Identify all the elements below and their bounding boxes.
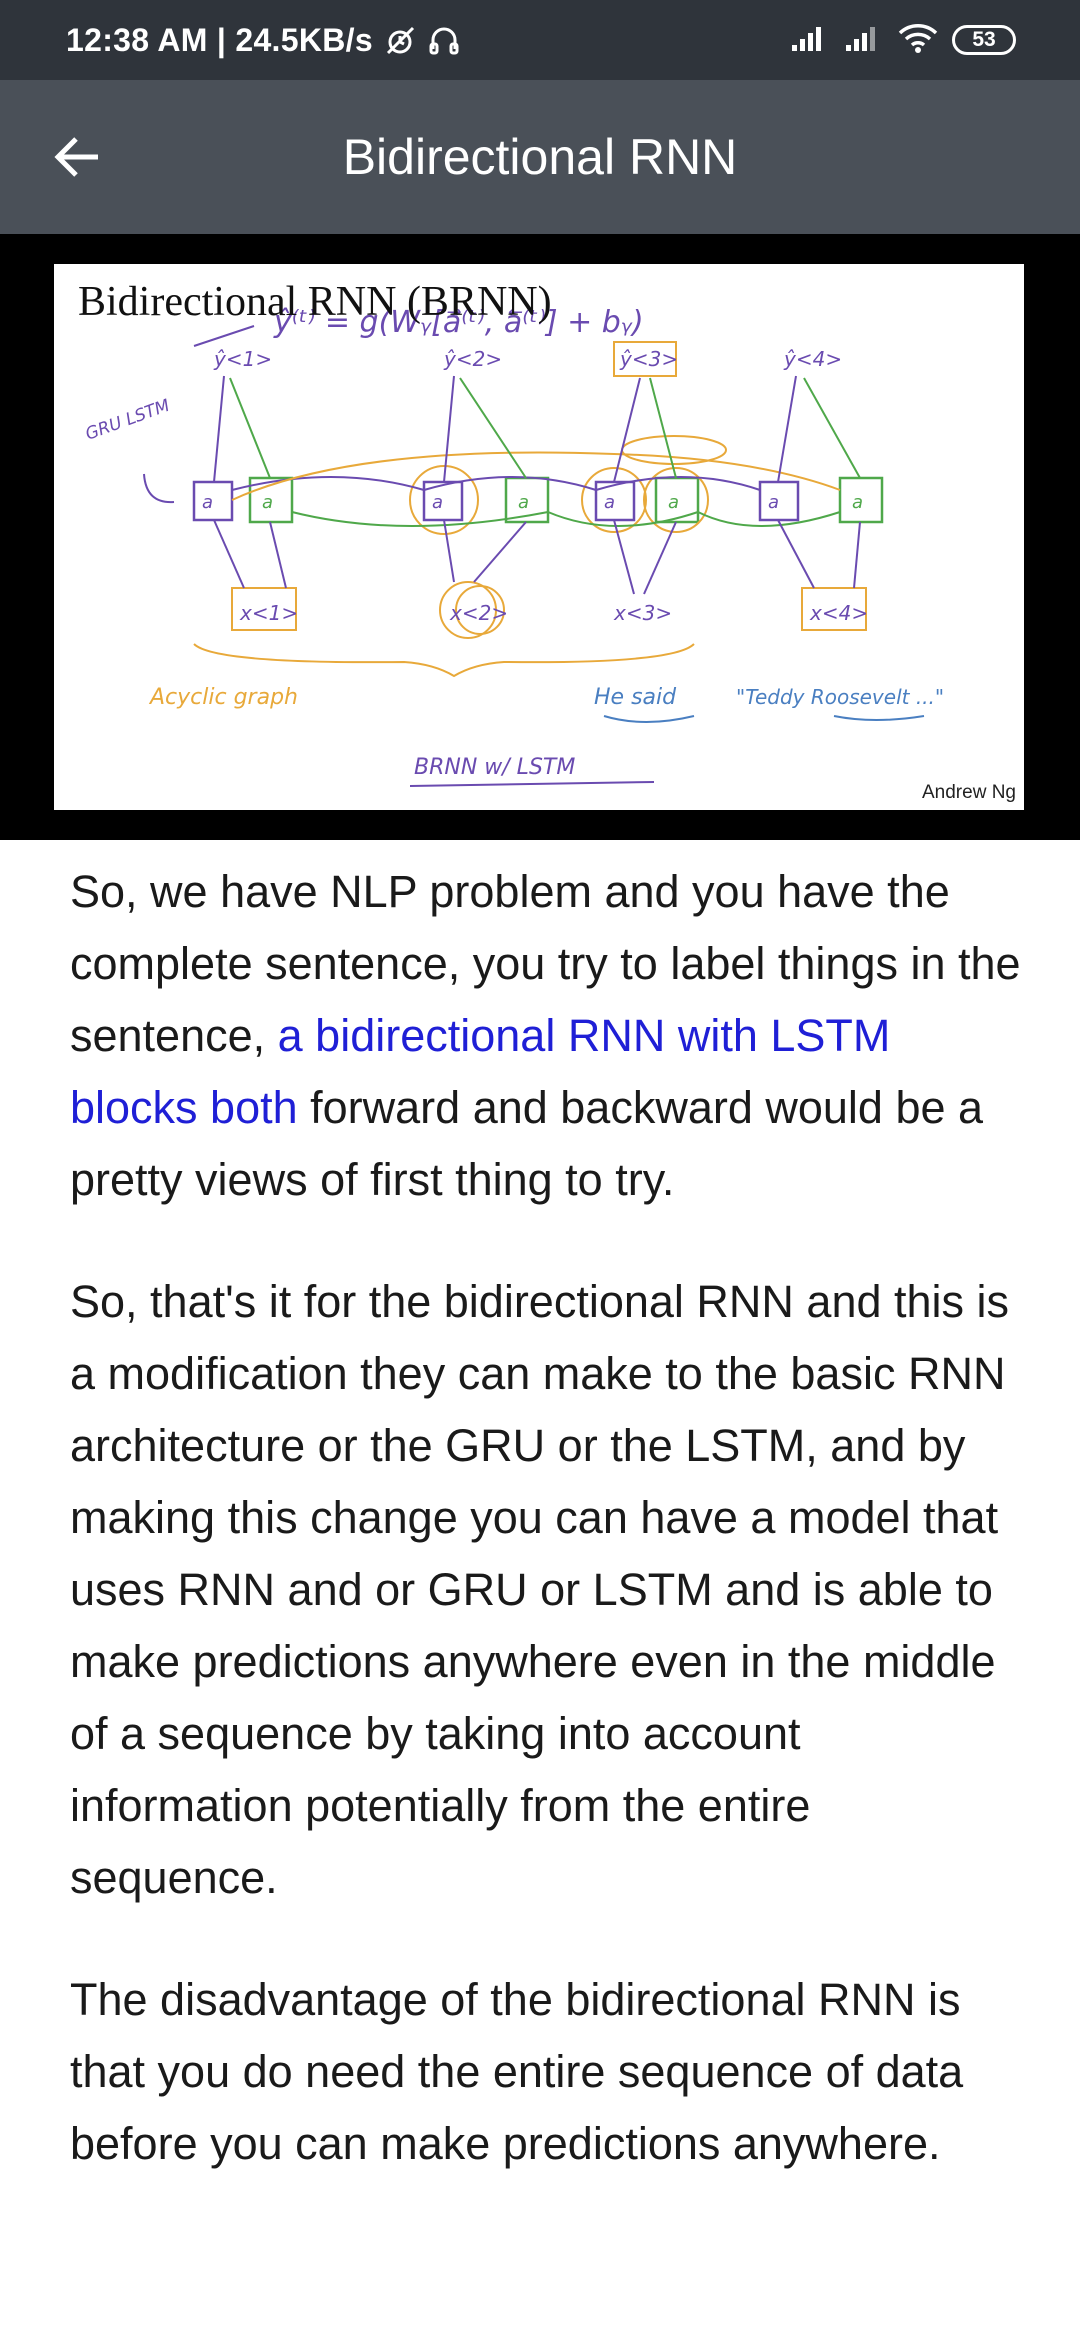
signal-icon [790,23,830,58]
svg-text:a: a [202,492,213,513]
paragraph-2: So, that's it for the bidirectional RNN … [70,1276,1010,1903]
svg-text:a: a [768,492,779,513]
battery-level: 53 [972,28,996,51]
note-he-said: He said [594,685,677,710]
slide-image: ŷ⁽ᵗ⁾ = g(Wᵧ[a⃗⁽ᵗ⁾, a⃖⁽ᵗ⁾] + bᵧ) GRU LSTM… [54,264,1024,810]
brnn-diagram: ŷ⁽ᵗ⁾ = g(Wᵧ[a⃗⁽ᵗ⁾, a⃖⁽ᵗ⁾] + bᵧ) GRU LSTM… [83,305,944,787]
input-2: x<2> [449,601,508,625]
input-3: x<3> [613,601,672,625]
output-4: ŷ<4> [783,347,842,371]
status-left: 12:38 AM | 24.5KB/s [66,0,461,80]
svg-text:a: a [852,492,863,513]
svg-text:a: a [604,492,615,513]
svg-text:a: a [668,492,679,513]
svg-text:a: a [518,492,529,513]
paragraph-3: The disadvantage of the bidirectional RN… [70,1974,964,2169]
output-1: ŷ<1> [213,347,272,371]
headphones-icon [427,23,461,57]
app-bar: Bidirectional RNN [0,80,1080,234]
page-title: Bidirectional RNN [342,129,738,185]
input-4: x<4> [809,601,868,625]
arrow-left-icon [54,137,98,177]
back-button[interactable] [44,124,110,190]
side-note: GRU LSTM [83,396,173,445]
slide-author: Andrew Ng [922,782,1016,803]
note-brnn: BRNN w/ LSTM [414,755,575,780]
signal-icon-2 [844,23,884,58]
status-right: 53 [790,0,1016,80]
svg-text:a: a [262,492,273,513]
note-acyclic: Acyclic graph [148,685,298,710]
battery-icon: 53 [952,25,1016,55]
alarm-off-icon [383,23,417,57]
paragraph-1: So, we have NLP problem and you have the… [70,856,1030,1216]
output-2: ŷ<2> [443,347,502,371]
input-1: x<1> [239,601,298,625]
article-content: So, we have NLP problem and you have the… [70,856,1030,2230]
wifi-icon [898,22,938,59]
note-teddy: "Teddy Roosevelt ..." [736,685,944,709]
slide-title: Bidirectional RNN (BRNN) [78,279,552,325]
slide-image-frame: ŷ⁽ᵗ⁾ = g(Wᵧ[a⃗⁽ᵗ⁾, a⃖⁽ᵗ⁾] + bᵧ) GRU LSTM… [0,234,1080,840]
status-bar: 12:38 AM | 24.5KB/s 53 [0,0,1080,80]
output-3: ŷ<3> [619,347,678,371]
svg-text:a: a [432,492,443,513]
status-time-speed: 12:38 AM | 24.5KB/s [66,21,373,58]
